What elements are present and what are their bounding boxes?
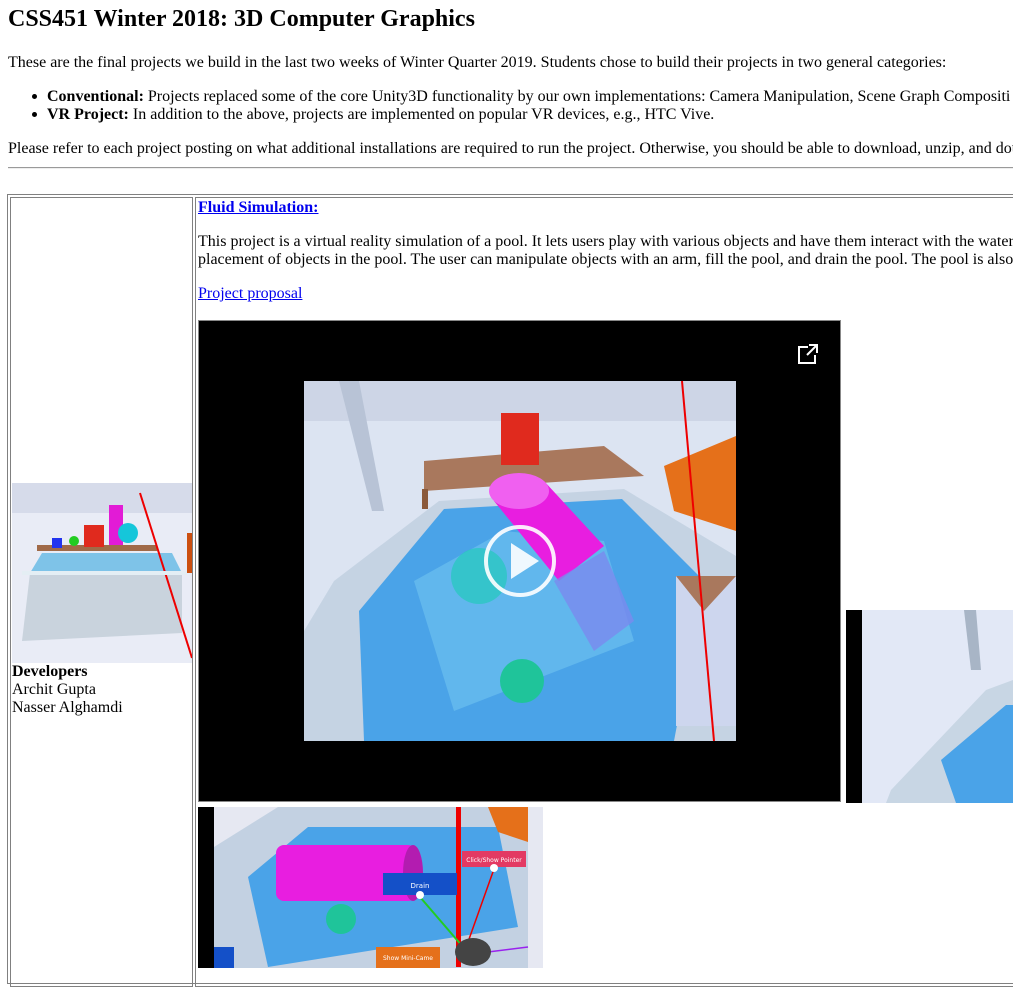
developer-name: Nasser Alghamdi [12, 699, 123, 716]
category-text: Projects replaced some of the core Unity… [147, 88, 1011, 105]
project-screenshot-right [846, 610, 1013, 803]
project-description-line: placement of objects in the pool. The us… [198, 251, 1013, 268]
page-title: CSS451 Winter 2018: 3D Computer Graphics [8, 6, 475, 32]
bullet-dot [32, 94, 37, 99]
video-label-minicam: Show Mini-Came [383, 955, 433, 962]
developer-name: Archit Gupta [12, 681, 96, 698]
video-label-drain: Drain [411, 882, 430, 890]
category-vr: VR Project: In addition to the above, pr… [47, 106, 714, 124]
category-label: VR Project: [47, 106, 129, 123]
project-proposal-link[interactable]: Project proposal [198, 285, 302, 303]
category-text: In addition to the above, projects are i… [132, 106, 715, 123]
project-description-line: This project is a virtual reality simula… [198, 233, 1013, 250]
divider [8, 167, 1013, 169]
video-label-pointer: Click/Show Pointer [466, 857, 522, 864]
bullet-dot [32, 112, 37, 117]
category-label: Conventional: [47, 88, 144, 105]
project-thumbnail [12, 483, 192, 663]
intro-text: These are the final projects we build in… [8, 54, 947, 71]
developers-label: Developers [12, 663, 88, 680]
video-player[interactable] [198, 320, 841, 802]
project-screenshot-bottom: Drain Click/Show Pointer Show Mini-Came [198, 807, 543, 968]
install-note: Please refer to each project posting on … [8, 140, 1013, 157]
category-conventional: Conventional: Projects replaced some of … [47, 88, 1010, 106]
project-title-link[interactable]: Fluid Simulation: [198, 199, 318, 217]
